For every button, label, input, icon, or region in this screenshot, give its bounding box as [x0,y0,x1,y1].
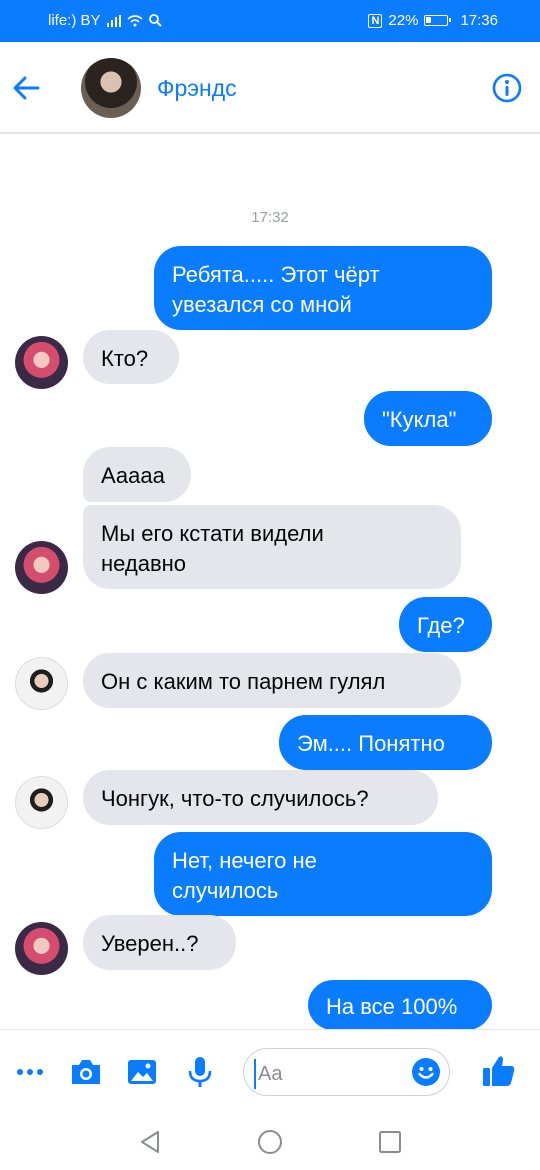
message-bubble-incoming[interactable]: Кто? [83,330,179,384]
message-bubble-incoming[interactable]: Ааааа [83,447,191,502]
message-bubble-outgoing[interactable]: Нет, нечего не случилось [154,832,492,916]
sender-avatar[interactable] [15,776,68,829]
message-input[interactable] [254,1059,410,1089]
microphone-icon[interactable] [182,1054,218,1090]
system-navigation-bar [0,1116,540,1170]
back-arrow-icon[interactable] [8,70,44,106]
gallery-icon[interactable] [124,1054,160,1090]
camera-icon[interactable] [68,1054,104,1090]
conversation-header: Фрэндс [0,42,540,134]
conversation-title[interactable]: Фрэндс [157,75,237,102]
carrier-name: life:) BY [48,12,101,29]
info-icon[interactable] [491,72,523,104]
sender-avatar[interactable] [15,336,68,389]
message-bubble-incoming[interactable]: Уверен..? [83,915,236,970]
sender-avatar[interactable] [15,922,68,975]
clock: 17:36 [460,12,498,29]
status-bar: life:) BY N 22% 17:36 [0,0,540,42]
search-icon [148,14,162,27]
sender-avatar[interactable] [15,657,68,710]
recent-apps-icon[interactable] [376,1128,404,1156]
nfc-icon: N [368,13,383,28]
status-left: life:) BY [48,12,162,29]
back-triangle-icon[interactable] [136,1128,164,1156]
wifi-icon [126,14,143,26]
message-input-wrapper [243,1048,450,1096]
group-avatar[interactable] [81,58,141,118]
battery-icon [424,15,452,26]
more-icon[interactable] [12,1054,48,1090]
battery-percent: 22% [388,12,419,29]
message-bubble-outgoing[interactable]: Эм.... Понятно [279,715,492,770]
message-bubble-incoming[interactable]: Он с каким то парнем гулял [83,653,461,708]
message-bubble-outgoing[interactable]: На все 100% [308,980,492,1030]
message-bubble-outgoing[interactable]: Ребята..... Этот чёрт увезался со мной [154,246,492,330]
home-circle-icon[interactable] [256,1128,284,1156]
sender-avatar[interactable] [15,541,68,594]
message-timestamp: 17:32 [251,209,289,226]
message-bubble-outgoing[interactable]: "Кукла" [364,391,492,446]
message-composer [0,1029,540,1117]
signal-icon [106,14,121,27]
emoji-icon[interactable] [411,1057,441,1087]
message-bubble-outgoing[interactable]: Где? [399,597,492,652]
status-right: N 22% 17:36 [368,12,498,29]
message-bubble-incoming[interactable]: Мы его кстати видели недавно [83,505,461,589]
message-bubble-incoming[interactable]: Чонгук, что-то случилось? [83,770,438,825]
thumbs-up-icon[interactable] [480,1052,518,1090]
